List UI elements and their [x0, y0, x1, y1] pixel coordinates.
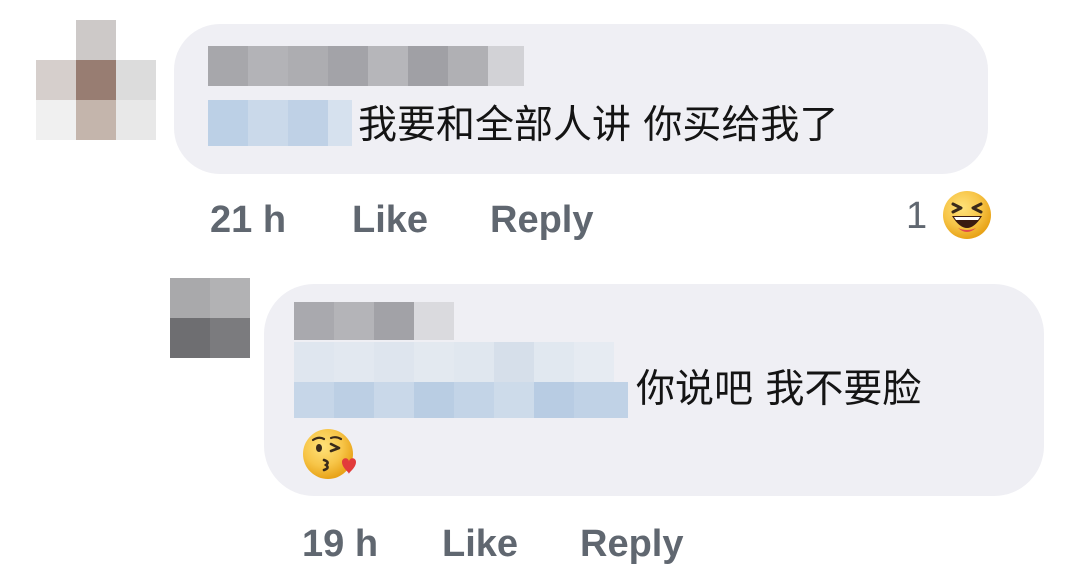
reply-text: 你说吧 我不要脸 [636, 367, 922, 412]
reaction-count[interactable]: 1 [906, 197, 927, 235]
kissing-heart-emoji [302, 426, 358, 482]
comment-reply-button[interactable]: Reply [490, 201, 593, 239]
reply-like-button[interactable]: Like [442, 525, 518, 563]
replier-name-redacted[interactable] [294, 302, 454, 340]
commenter-avatar[interactable] [36, 20, 156, 140]
comment-text: 我要和全部人讲 你买给我了 [358, 103, 839, 148]
reply-mention-redacted-bottom[interactable] [294, 382, 628, 418]
commenter-name-redacted[interactable] [208, 46, 524, 86]
replier-avatar[interactable] [170, 278, 250, 358]
mention-tag-redacted[interactable] [208, 100, 352, 146]
reply-timestamp[interactable]: 19 h [302, 525, 378, 563]
haha-icon[interactable] [942, 190, 992, 240]
comment-like-button[interactable]: Like [352, 201, 428, 239]
reply-mention-redacted-top[interactable] [294, 342, 614, 382]
reply-reply-button[interactable]: Reply [580, 525, 683, 563]
comment-timestamp[interactable]: 21 h [210, 201, 286, 239]
